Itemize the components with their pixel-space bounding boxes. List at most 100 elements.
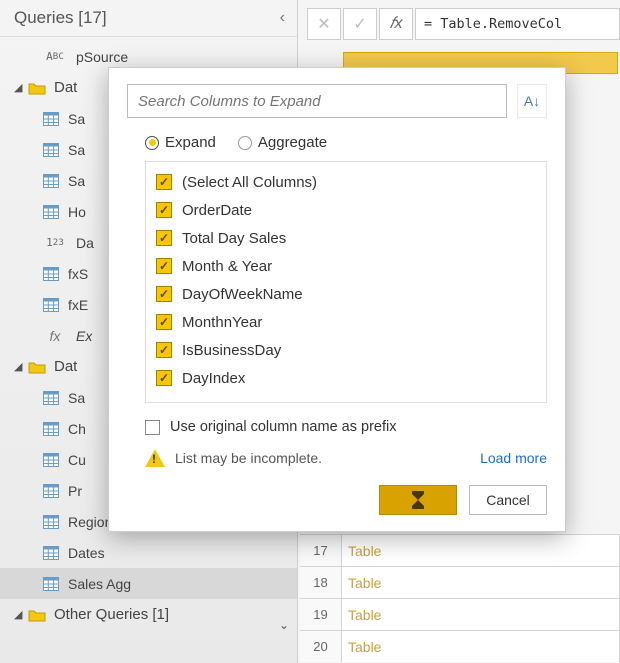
tree-item-label: Ho [68, 204, 86, 220]
cell-value[interactable]: Table [342, 567, 620, 598]
warning-icon [145, 449, 165, 467]
column-label: (Select All Columns) [182, 174, 317, 191]
scroll-down-icon[interactable]: ⌄ [279, 618, 289, 632]
tree-item-label: Ch [68, 421, 86, 437]
table-icon [42, 204, 60, 220]
table-icon [42, 545, 60, 561]
radio-expand-label: Expand [165, 134, 216, 151]
search-columns-input[interactable] [127, 84, 507, 118]
data-grid: 17Table18Table19Table20Table [300, 534, 620, 662]
table-icon [42, 452, 60, 468]
column-label: Month & Year [182, 258, 272, 275]
cell-value[interactable]: Table [342, 599, 620, 630]
cancel-button[interactable]: Cancel [469, 485, 547, 515]
tree-item-label: Other Queries [1] [54, 606, 169, 623]
column-option[interactable]: (Select All Columns) [156, 168, 536, 196]
queries-title: Queries [17] [14, 8, 107, 28]
row-number: 19 [300, 599, 342, 630]
prefix-option[interactable]: Use original column name as prefix [145, 419, 547, 435]
tree-item-label: Ex [76, 328, 92, 344]
tree-item-label: Cu [68, 452, 86, 468]
column-checkbox[interactable] [156, 174, 172, 190]
radio-expand[interactable]: Expand [145, 134, 216, 151]
caret-icon: ◢ [14, 81, 24, 94]
formula-cancel-icon[interactable]: ✕ [307, 8, 341, 40]
table-icon [42, 514, 60, 530]
warning-text: List may be incomplete. [175, 450, 322, 466]
table-icon [42, 297, 60, 313]
sort-az-button[interactable]: A↓ [517, 84, 547, 118]
sort-az-icon: A↓ [524, 93, 540, 109]
column-checkbox[interactable] [156, 230, 172, 246]
prefix-checkbox[interactable] [145, 420, 160, 435]
table-row[interactable]: 17Table [300, 534, 620, 566]
tree-item-label: Sa [68, 142, 85, 158]
cell-value[interactable]: Table [342, 631, 620, 662]
column-option[interactable]: Month & Year [156, 252, 536, 280]
column-option[interactable]: MonthnYear [156, 308, 536, 336]
expand-columns-popup: A↓ Expand Aggregate (Select All Columns)… [108, 67, 566, 532]
table-row[interactable]: 19Table [300, 598, 620, 630]
tree-item[interactable]: Sales Agg [0, 568, 297, 599]
column-option[interactable]: IsBusinessDay [156, 336, 536, 364]
collapse-panel-icon[interactable]: ‹ [280, 9, 285, 27]
column-checkbox[interactable] [156, 370, 172, 386]
load-more-link[interactable]: Load more [480, 450, 547, 466]
column-checkbox[interactable] [156, 286, 172, 302]
table-icon [42, 173, 60, 189]
column-label: DayIndex [182, 370, 245, 387]
column-label: IsBusinessDay [182, 342, 281, 359]
table-row[interactable]: 18Table [300, 566, 620, 598]
radio-expand-dot [145, 136, 159, 150]
table-icon [42, 390, 60, 406]
tree-item-label: Dat [54, 79, 77, 96]
column-label: OrderDate [182, 202, 252, 219]
radio-aggregate-label: Aggregate [258, 134, 327, 151]
formula-text: = Table.RemoveCol [424, 16, 562, 32]
table-icon [42, 576, 60, 592]
tree-item-label: Dates [68, 545, 105, 561]
column-checkbox[interactable] [156, 258, 172, 274]
column-label: Total Day Sales [182, 230, 286, 247]
prefix-label: Use original column name as prefix [170, 419, 396, 435]
hourglass-icon [412, 491, 424, 509]
column-label: MonthnYear [182, 314, 262, 331]
tree-item-label: Sales Agg [68, 576, 131, 592]
table-icon [42, 111, 60, 127]
formula-input[interactable]: = Table.RemoveCol [415, 8, 620, 40]
row-number: 17 [300, 535, 342, 566]
column-checkbox[interactable] [156, 314, 172, 330]
column-checkbox[interactable] [156, 202, 172, 218]
radio-aggregate[interactable]: Aggregate [238, 134, 327, 151]
caret-icon: ◢ [14, 608, 24, 621]
row-number: 20 [300, 631, 342, 662]
ok-button[interactable] [379, 485, 457, 515]
formula-fx-icon[interactable]: 𝑓x [379, 8, 413, 40]
number-type-icon: 123 [42, 235, 68, 251]
column-option[interactable]: Total Day Sales [156, 224, 536, 252]
tree-item[interactable]: Dates [0, 537, 297, 568]
caret-icon: ◢ [14, 360, 24, 373]
row-number: 18 [300, 567, 342, 598]
table-icon [42, 483, 60, 499]
text-type-icon: ABC [42, 49, 68, 65]
table-icon [42, 421, 60, 437]
tree-item-label: fxS [68, 266, 88, 282]
column-option[interactable]: DayOfWeekName [156, 280, 536, 308]
table-icon [42, 142, 60, 158]
tree-item-label: Sa [68, 111, 85, 127]
formula-commit-icon[interactable]: ✓ [343, 8, 377, 40]
column-option[interactable]: DayIndex [156, 364, 536, 392]
radio-aggregate-dot [238, 136, 252, 150]
tree-item-label: fxE [68, 297, 88, 313]
cell-value[interactable]: Table [342, 535, 620, 566]
column-option[interactable]: OrderDate [156, 196, 536, 224]
table-icon [42, 266, 60, 282]
folder-icon [28, 80, 46, 96]
column-label: DayOfWeekName [182, 286, 303, 303]
column-checkbox[interactable] [156, 342, 172, 358]
table-row[interactable]: 20Table [300, 630, 620, 662]
tree-item-label: Sa [68, 173, 85, 189]
tree-item-label: Dat [54, 358, 77, 375]
tree-group[interactable]: ◢ Other Queries [1] [0, 599, 297, 630]
